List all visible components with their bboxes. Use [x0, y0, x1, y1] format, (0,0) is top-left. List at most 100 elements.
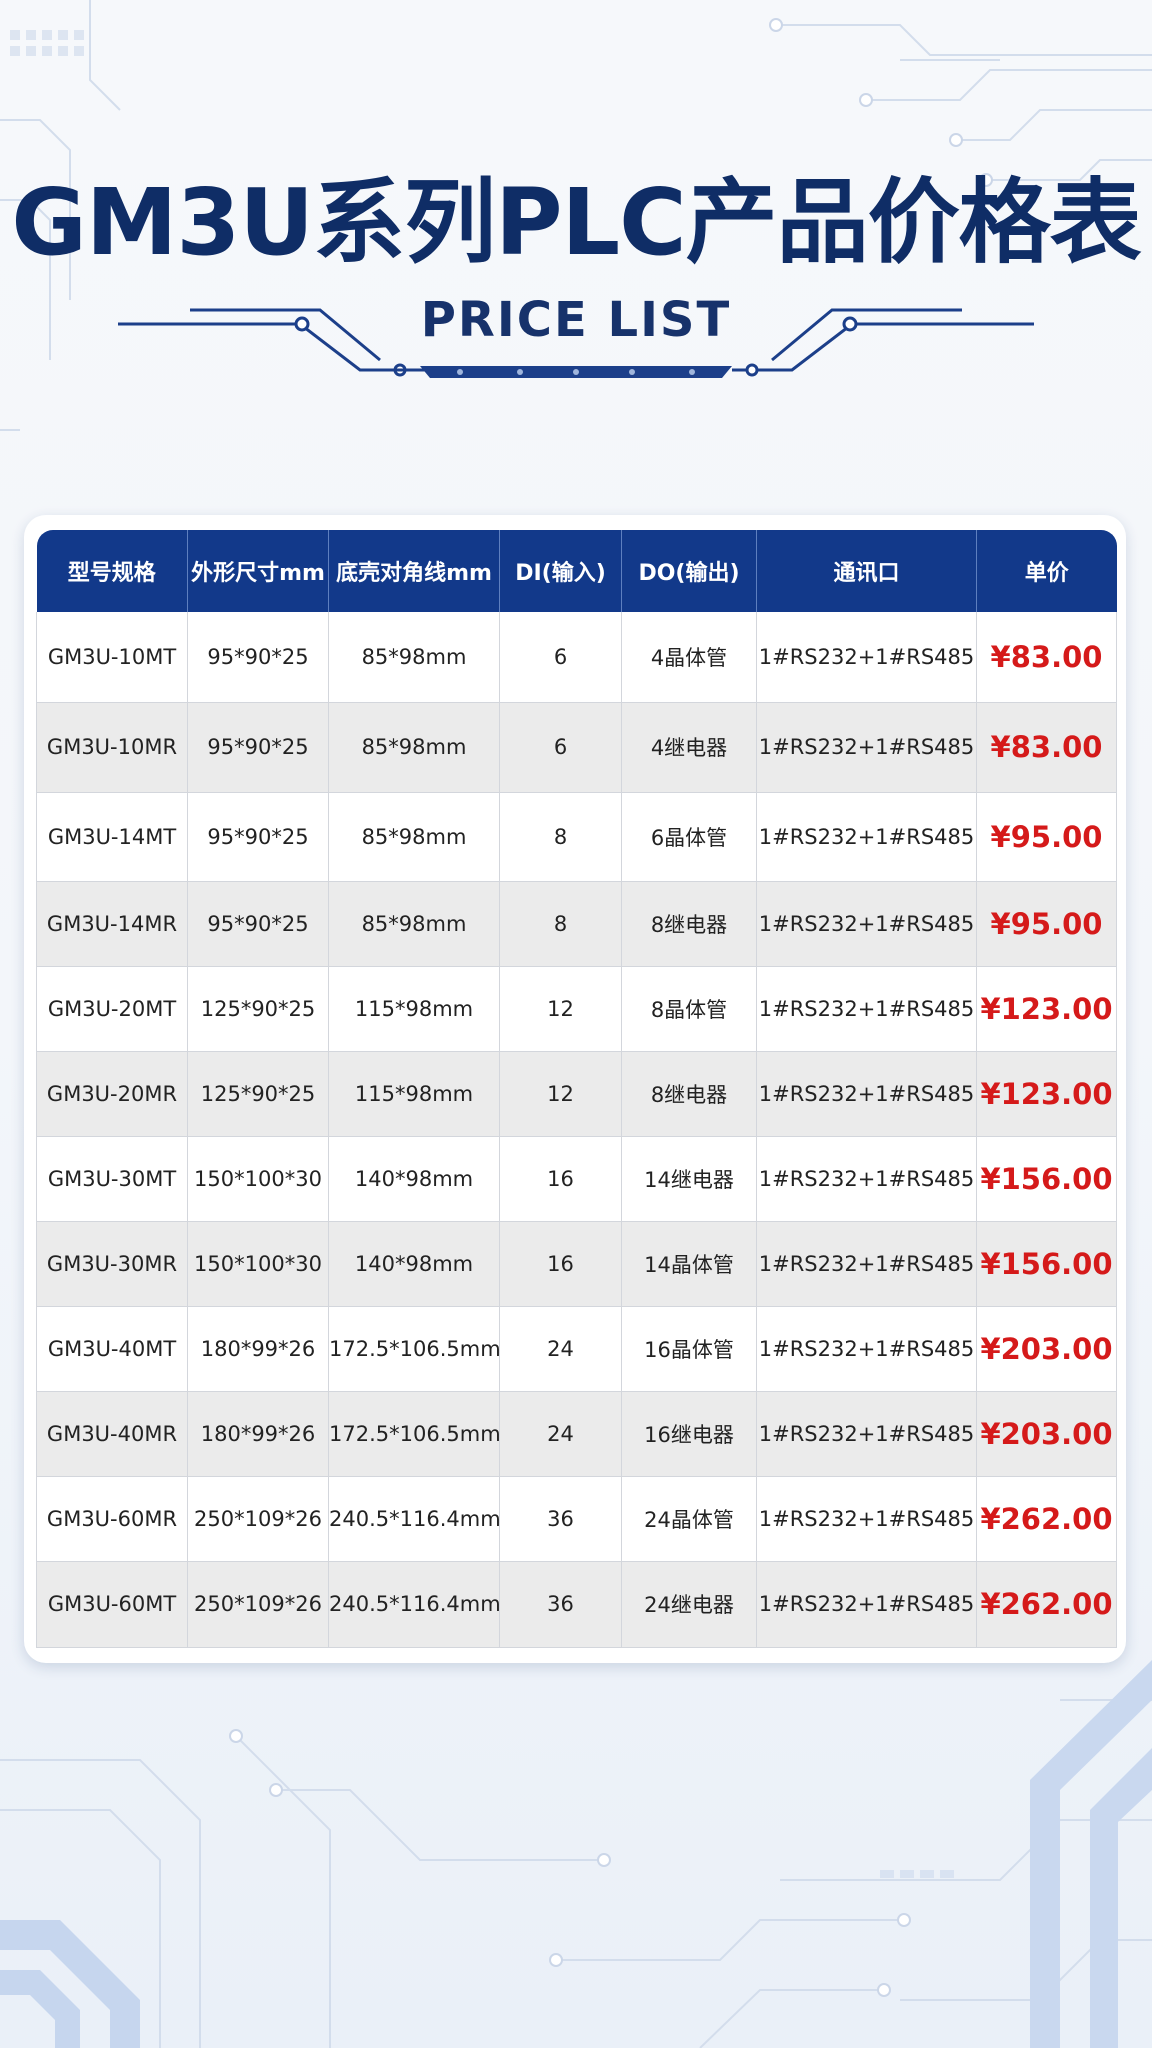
cell-base-diagonal: 240.5*116.4mm: [328, 1561, 501, 1648]
cell-dimensions: 250*109*26: [187, 1476, 329, 1562]
cell-model: GM3U-60MR: [36, 1476, 188, 1562]
cell-model: GM3U-60MT: [36, 1561, 188, 1648]
cell-price: ¥123.00: [976, 1051, 1117, 1137]
table-row: GM3U-20MT 125*90*25 115*98mm 12 8晶体管 1#R…: [36, 966, 1117, 1052]
cell-base-diagonal: 140*98mm: [328, 1136, 500, 1222]
cell-di: 8: [499, 881, 622, 967]
cell-price: ¥156.00: [976, 1136, 1117, 1222]
cell-price: ¥203.00: [976, 1306, 1117, 1392]
cell-dimensions: 150*100*30: [187, 1136, 329, 1222]
cell-base-diagonal: 85*98mm: [328, 612, 500, 703]
cell-dimensions: 95*90*25: [187, 702, 329, 793]
cell-model: GM3U-30MT: [36, 1136, 188, 1222]
cell-comm-port: 1#RS232+1#RS485: [756, 702, 977, 793]
cell-do: 6晶体管: [621, 792, 757, 882]
cell-base-diagonal: 240.5*116.4mm: [328, 1476, 501, 1562]
cell-base-diagonal: 85*98mm: [328, 792, 500, 882]
cell-model: GM3U-30MR: [36, 1221, 188, 1307]
cell-comm-port: 1#RS232+1#RS485: [756, 1391, 977, 1477]
cell-dimensions: 180*99*26: [187, 1391, 329, 1477]
column-header-di: DI(输入): [499, 530, 622, 612]
cell-comm-port: 1#RS232+1#RS485: [756, 1306, 977, 1392]
cell-do: 8晶体管: [621, 966, 757, 1052]
cell-do: 16晶体管: [621, 1306, 757, 1392]
page-header: GM3U系列PLC产品价格表 PRICE LIST: [0, 0, 1152, 400]
page-subtitle: PRICE LIST: [420, 292, 732, 348]
cell-comm-port: 1#RS232+1#RS485: [756, 612, 977, 703]
cell-model: GM3U-14MT: [36, 792, 188, 882]
table-row: GM3U-40MR 180*99*26 172.5*106.5mm 24 16继…: [36, 1391, 1117, 1477]
cell-do: 16继电器: [621, 1391, 757, 1477]
cell-comm-port: 1#RS232+1#RS485: [756, 881, 977, 967]
price-table: 型号规格 外形尺寸mm 底壳对角线mm DI(输入) DO(输出) 通讯口 单价…: [36, 530, 1117, 1648]
cell-model: GM3U-20MR: [36, 1051, 188, 1137]
column-header-model: 型号规格: [36, 530, 188, 612]
cell-dimensions: 95*90*25: [187, 612, 329, 703]
cell-di: 16: [499, 1136, 622, 1222]
cell-base-diagonal: 172.5*106.5mm: [328, 1306, 501, 1392]
table-row: GM3U-60MR 250*109*26 240.5*116.4mm 36 24…: [36, 1476, 1117, 1562]
cell-di: 8: [499, 792, 622, 882]
cell-model: GM3U-40MR: [36, 1391, 188, 1477]
table-row: GM3U-14MT 95*90*25 85*98mm 8 6晶体管 1#RS23…: [36, 792, 1117, 882]
table-row: GM3U-60MT 250*109*26 240.5*116.4mm 36 24…: [36, 1561, 1117, 1648]
table-row: GM3U-14MR 95*90*25 85*98mm 8 8继电器 1#RS23…: [36, 881, 1117, 967]
cell-di: 24: [499, 1306, 622, 1392]
cell-di: 16: [499, 1221, 622, 1307]
cell-di: 36: [499, 1476, 622, 1562]
cell-do: 4晶体管: [621, 612, 757, 703]
cell-dimensions: 180*99*26: [187, 1306, 329, 1392]
cell-price: ¥83.00: [976, 702, 1117, 793]
cell-base-diagonal: 85*98mm: [328, 881, 500, 967]
cell-model: GM3U-14MR: [36, 881, 188, 967]
column-header-unit-price: 单价: [976, 530, 1117, 612]
table-row: GM3U-30MT 150*100*30 140*98mm 16 14继电器 1…: [36, 1136, 1117, 1222]
cell-di: 6: [499, 702, 622, 793]
cell-di: 36: [499, 1561, 622, 1648]
cell-do: 24继电器: [621, 1561, 757, 1648]
cell-price: ¥95.00: [976, 881, 1117, 967]
cell-price: ¥262.00: [976, 1476, 1117, 1562]
cell-comm-port: 1#RS232+1#RS485: [756, 1136, 977, 1222]
cell-dimensions: 125*90*25: [187, 966, 329, 1052]
cell-model: GM3U-10MT: [36, 612, 188, 703]
cell-do: 14晶体管: [621, 1221, 757, 1307]
cell-base-diagonal: 85*98mm: [328, 702, 500, 793]
cell-price: ¥262.00: [976, 1561, 1117, 1648]
cell-base-diagonal: 115*98mm: [328, 1051, 500, 1137]
cell-price: ¥83.00: [976, 612, 1117, 703]
cell-dimensions: 250*109*26: [187, 1561, 329, 1648]
cell-di: 12: [499, 966, 622, 1052]
cell-di: 6: [499, 612, 622, 703]
cell-dimensions: 95*90*25: [187, 881, 329, 967]
cell-do: 4继电器: [621, 702, 757, 793]
column-header-do: DO(输出): [621, 530, 757, 612]
cell-price: ¥156.00: [976, 1221, 1117, 1307]
cell-dimensions: 125*90*25: [187, 1051, 329, 1137]
cell-do: 8继电器: [621, 881, 757, 967]
cell-comm-port: 1#RS232+1#RS485: [756, 1051, 977, 1137]
column-header-dimensions: 外形尺寸mm: [187, 530, 329, 612]
cell-comm-port: 1#RS232+1#RS485: [756, 792, 977, 882]
cell-comm-port: 1#RS232+1#RS485: [756, 1221, 977, 1307]
cell-comm-port: 1#RS232+1#RS485: [756, 1476, 977, 1562]
cell-base-diagonal: 115*98mm: [328, 966, 500, 1052]
cell-do: 14继电器: [621, 1136, 757, 1222]
cell-di: 12: [499, 1051, 622, 1137]
table-row: GM3U-10MR 95*90*25 85*98mm 6 4继电器 1#RS23…: [36, 702, 1117, 793]
column-header-base-diagonal: 底壳对角线mm: [328, 530, 500, 612]
cell-do: 8继电器: [621, 1051, 757, 1137]
table-row: GM3U-30MR 150*100*30 140*98mm 16 14晶体管 1…: [36, 1221, 1117, 1307]
cell-price: ¥203.00: [976, 1391, 1117, 1477]
column-header-comm-port: 通讯口: [756, 530, 977, 612]
cell-base-diagonal: 172.5*106.5mm: [328, 1391, 501, 1477]
cell-model: GM3U-10MR: [36, 702, 188, 793]
cell-comm-port: 1#RS232+1#RS485: [756, 1561, 977, 1648]
table-row: GM3U-40MT 180*99*26 172.5*106.5mm 24 16晶…: [36, 1306, 1117, 1392]
cell-dimensions: 150*100*30: [187, 1221, 329, 1307]
table-row: GM3U-10MT 95*90*25 85*98mm 6 4晶体管 1#RS23…: [36, 612, 1117, 703]
cell-comm-port: 1#RS232+1#RS485: [756, 966, 977, 1052]
cell-price: ¥123.00: [976, 966, 1117, 1052]
cell-di: 24: [499, 1391, 622, 1477]
cell-dimensions: 95*90*25: [187, 792, 329, 882]
